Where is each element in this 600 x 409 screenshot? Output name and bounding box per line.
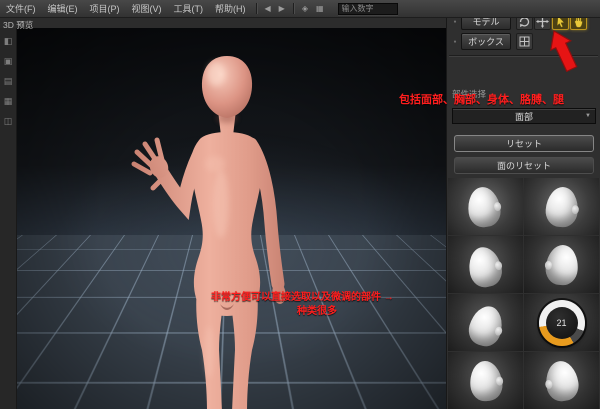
box-bullet-icon: ● [451, 39, 459, 45]
dial-value: 21 [546, 307, 578, 339]
head-thumbnail[interactable] [524, 236, 599, 293]
head-thumbnail[interactable] [524, 352, 599, 409]
head-preview [465, 244, 505, 290]
head-thumbnail[interactable] [448, 294, 523, 351]
toolbar-separator [256, 3, 257, 14]
head-preview [544, 185, 579, 228]
head-thumbnail[interactable] [448, 236, 523, 293]
menu-tools[interactable]: 工具(T) [168, 0, 210, 18]
part-dropdown-value: 面部 [515, 110, 533, 123]
menu-file[interactable]: 文件(F) [0, 0, 42, 18]
app-window: 文件(F) 编辑(E) 项目(P) 视图(V) 工具(T) 帮助(H) ◀ ▶ … [0, 0, 600, 409]
menu-project[interactable]: 项目(P) [84, 0, 126, 18]
annotation-arrow-icon [540, 27, 594, 79]
left-toolbar: ◧ ▣ ▤ ▦ ◫ [0, 28, 17, 409]
chevron-down-icon: ▼ [585, 113, 591, 119]
head-preview [465, 302, 507, 349]
forward-icon[interactable]: ▶ [275, 4, 289, 13]
toolbar-separator [293, 3, 294, 14]
model-bullet-icon: ● [451, 19, 459, 25]
head-preview [467, 359, 503, 402]
grid-icon[interactable]: ▦ [4, 96, 13, 106]
number-input[interactable] [338, 3, 398, 15]
mirror-icon[interactable]: ◫ [4, 116, 13, 126]
menu-view[interactable]: 视图(V) [126, 0, 168, 18]
layers-icon[interactable]: ▤ [4, 76, 13, 86]
thumbnail-grid: 21 [448, 178, 600, 409]
menu-help[interactable]: 帮助(H) [209, 0, 252, 18]
reset-button[interactable]: リセット [454, 135, 594, 152]
back-icon[interactable]: ◀ [261, 4, 275, 13]
grid-toggle-icon[interactable]: ▦ [312, 4, 328, 13]
box-grid-icon[interactable] [516, 33, 533, 50]
scene-icon[interactable]: ◧ [4, 36, 13, 46]
annotation-variety-note: 种类很多 [297, 302, 337, 317]
adjust-dial[interactable]: 21 [539, 300, 585, 346]
mannequin-figure[interactable] [117, 52, 337, 409]
head-preview [543, 358, 580, 402]
box-button[interactable]: ボックス [461, 33, 511, 50]
menubar: 文件(F) 编辑(E) 项目(P) 视图(V) 工具(T) 帮助(H) ◀ ▶ … [0, 0, 600, 18]
head-thumbnail[interactable]: 21 [524, 294, 599, 351]
viewport-3d[interactable] [17, 28, 446, 409]
head-thumbnail[interactable] [524, 178, 599, 235]
box-tool-group [516, 33, 533, 50]
annotation-parts-note: 包括面部、胸部、身体、胳膊、腿 [399, 91, 564, 107]
part-dropdown[interactable]: 面部 ▼ [452, 108, 596, 124]
annotation-convenient-note: 非常方便可以直接选取以及微调的部件 → [211, 288, 394, 303]
face-reset-button[interactable]: 面のリセット [454, 157, 594, 174]
head-thumbnail[interactable] [448, 352, 523, 409]
reset-view-icon[interactable]: ◈ [298, 4, 312, 13]
camera-icon[interactable]: ▣ [4, 56, 13, 66]
head-thumbnail[interactable] [448, 178, 523, 235]
head-preview [544, 243, 579, 286]
menu-edit[interactable]: 编辑(E) [42, 0, 84, 18]
head-preview [465, 184, 502, 228]
